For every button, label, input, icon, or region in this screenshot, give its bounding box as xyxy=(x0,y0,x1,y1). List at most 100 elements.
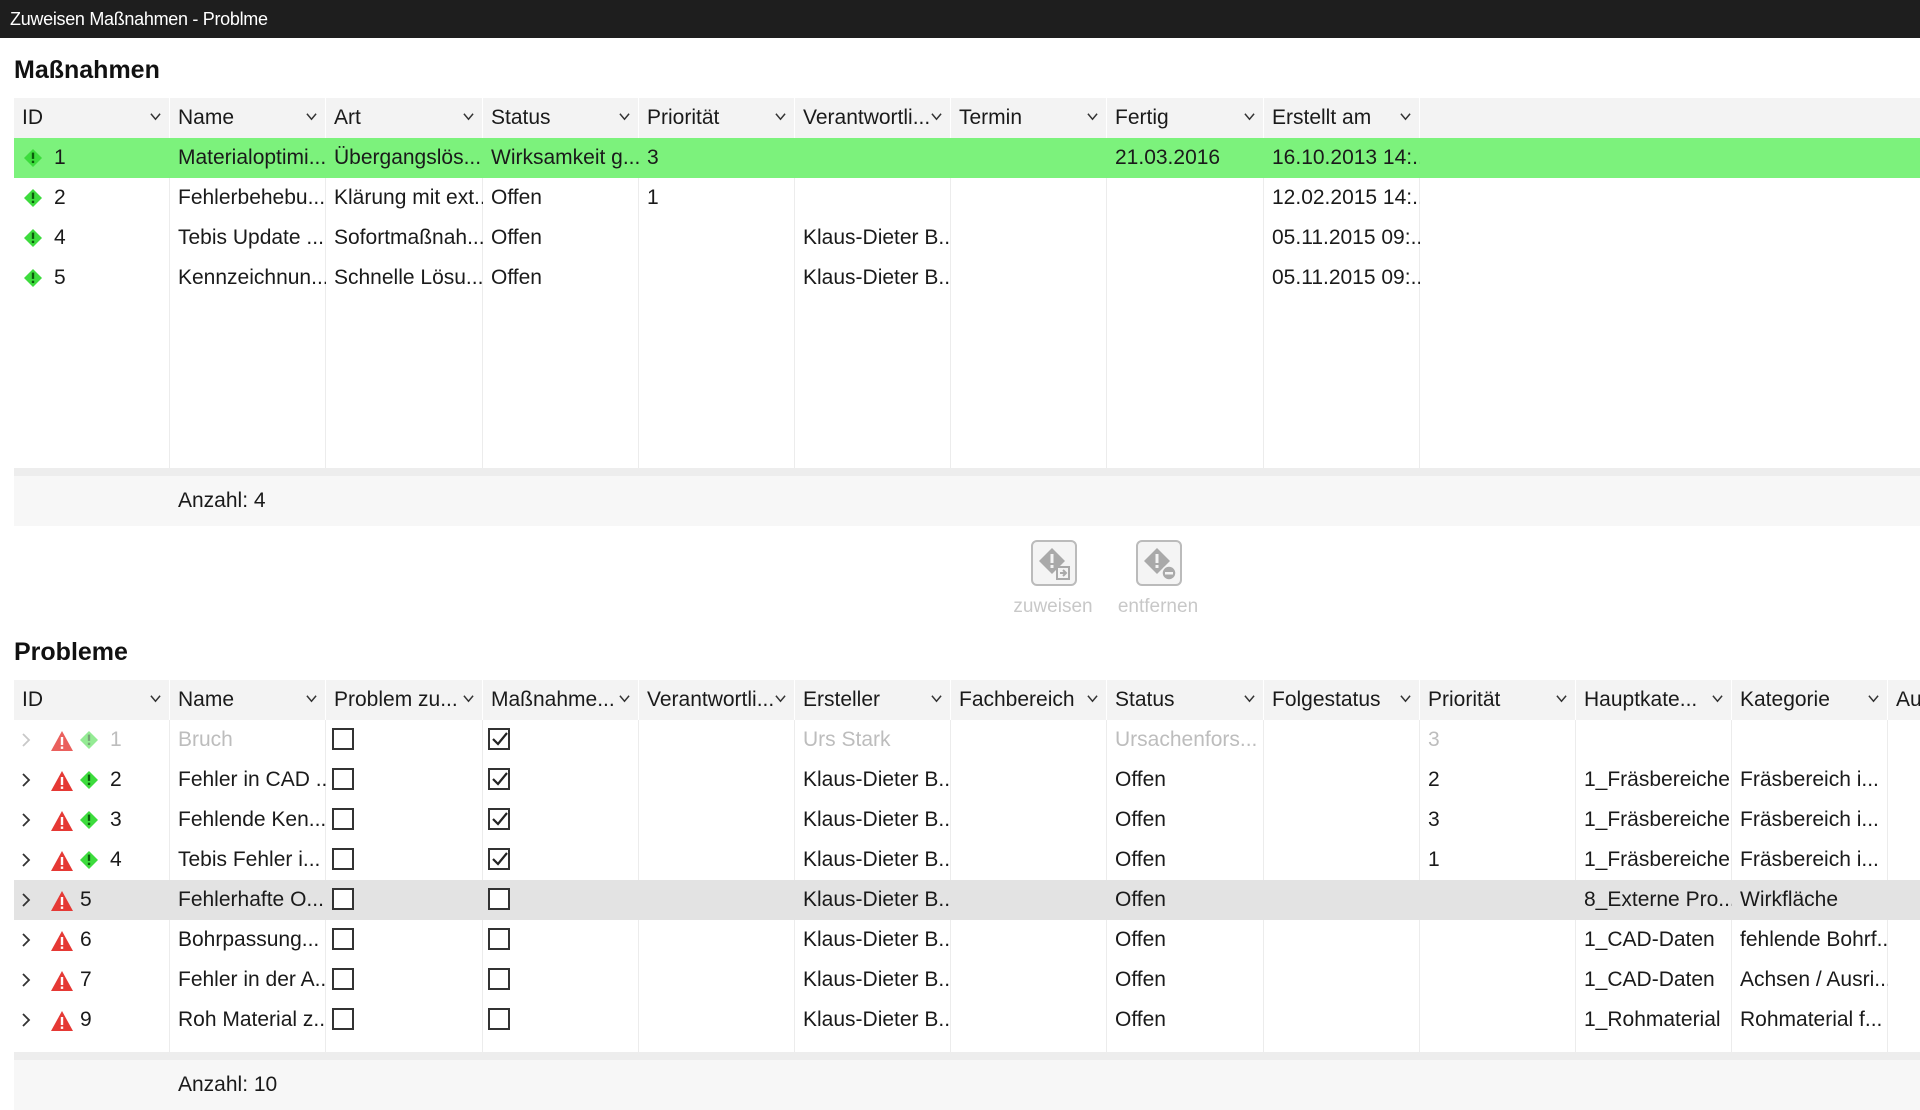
expand-row-icon[interactable] xyxy=(20,973,32,987)
problem-assigned-checkbox[interactable] xyxy=(332,848,354,870)
cell-department xyxy=(951,840,1107,880)
measure-checkbox[interactable] xyxy=(488,848,510,870)
cell-follow-status xyxy=(1264,720,1420,760)
chevron-down-icon[interactable] xyxy=(1400,111,1411,122)
measure-checkbox[interactable] xyxy=(488,928,510,950)
problem-assigned-checkbox[interactable] xyxy=(332,808,354,830)
chevron-down-icon[interactable] xyxy=(1087,693,1098,704)
column-header-problem-assigned[interactable]: Problem zu... xyxy=(326,680,483,720)
expand-row-icon[interactable] xyxy=(20,933,32,947)
cell-creator: Klaus-Dieter B... xyxy=(803,848,951,871)
column-header-priority[interactable]: Priorität xyxy=(639,98,795,138)
chevron-down-icon[interactable] xyxy=(1712,693,1723,704)
chevron-down-icon[interactable] xyxy=(1556,693,1567,704)
cell-name: Bruch xyxy=(178,728,233,751)
problem-assigned-checkbox[interactable] xyxy=(332,768,354,790)
cell-status: Offen xyxy=(491,266,542,289)
expand-row-icon[interactable] xyxy=(20,1013,32,1027)
problem-assigned-checkbox[interactable] xyxy=(332,968,354,990)
column-header-responsible[interactable]: Verantwortli... xyxy=(639,680,795,720)
column-header-au[interactable]: Au xyxy=(1888,680,1920,720)
column-header-status[interactable]: Status xyxy=(483,98,639,138)
checkmark-icon xyxy=(492,852,508,866)
cell-status: Offen xyxy=(1115,928,1166,951)
measure-checkbox[interactable] xyxy=(488,768,510,790)
column-header-art[interactable]: Art xyxy=(326,98,483,138)
measure-checkbox[interactable] xyxy=(488,888,510,910)
problem-row[interactable]: 3 Fehlende Ken... Klaus-Dieter B... Offen 3 1… xyxy=(14,800,1920,840)
column-header-created[interactable]: Erstellt am xyxy=(1264,98,1420,138)
column-header-department[interactable]: Fachbereich xyxy=(951,680,1107,720)
column-header-deadline[interactable]: Termin xyxy=(951,98,1107,138)
expand-row-icon[interactable] xyxy=(20,733,32,747)
problem-row[interactable]: 4 Tebis Fehler i... Klaus-Dieter B... Offen… xyxy=(14,840,1920,880)
column-header-main-category[interactable]: Hauptkate... xyxy=(1576,680,1732,720)
chevron-down-icon[interactable] xyxy=(931,111,942,122)
cell-id: 5 xyxy=(54,266,66,289)
problem-row[interactable]: 7 Fehler in der A... Klaus-Dieter B... Offe… xyxy=(14,960,1920,1000)
column-header-status[interactable]: Status xyxy=(1107,680,1264,720)
chevron-down-icon[interactable] xyxy=(463,693,474,704)
chevron-down-icon[interactable] xyxy=(1087,111,1098,122)
chevron-down-icon[interactable] xyxy=(1244,693,1255,704)
remove-button[interactable]: entfernen xyxy=(1113,540,1203,630)
measure-checkbox[interactable] xyxy=(488,968,510,990)
chevron-down-icon[interactable] xyxy=(1400,693,1411,704)
problem-row[interactable]: 5 Fehlerhafte O... Klaus-Dieter B... Offen 8… xyxy=(14,880,1920,920)
cell-id: 4 xyxy=(110,848,122,871)
column-header-id[interactable]: ID xyxy=(14,680,170,720)
chevron-down-icon[interactable] xyxy=(150,693,161,704)
assign-button[interactable]: zuweisen xyxy=(1008,540,1098,630)
problem-assigned-checkbox[interactable] xyxy=(332,728,354,750)
column-header-done[interactable]: Fertig xyxy=(1107,98,1264,138)
expand-row-icon[interactable] xyxy=(20,813,32,827)
massnahme-row[interactable]: 5 Kennzeichnun... Schnelle Lösu... Offen Kla… xyxy=(14,258,1920,298)
massnahme-row[interactable]: 1 Materialoptimi... Übergangslös... Wirksam… xyxy=(14,138,1920,178)
cell-department xyxy=(951,920,1107,960)
massnahme-row[interactable]: 2 Fehlerbehebu... Klärung mit ext... Offen 1… xyxy=(14,178,1920,218)
column-header-name[interactable]: Name xyxy=(170,680,326,720)
column-header-id[interactable]: ID xyxy=(14,98,170,138)
problem-row[interactable]: 9 Roh Material z... Klaus-Dieter B... Offen… xyxy=(14,1000,1920,1040)
chevron-down-icon[interactable] xyxy=(150,111,161,122)
cell-status: Ursachenfors... xyxy=(1115,728,1258,751)
chevron-down-icon[interactable] xyxy=(619,111,630,122)
chevron-down-icon[interactable] xyxy=(775,693,786,704)
problem-assigned-checkbox[interactable] xyxy=(332,888,354,910)
chevron-down-icon[interactable] xyxy=(306,111,317,122)
problem-row[interactable]: 2 Fehler in CAD ... Klaus-Dieter B... Offen… xyxy=(14,760,1920,800)
chevron-down-icon[interactable] xyxy=(931,693,942,704)
massnahme-row[interactable]: 4 Tebis Update ... Sofortmaßnah... Offen Kla… xyxy=(14,218,1920,258)
column-header-responsible[interactable]: Verantwortli... xyxy=(795,98,951,138)
expand-row-icon[interactable] xyxy=(20,853,32,867)
checkmark-icon xyxy=(492,732,508,746)
probleme-grid[interactable]: ID Name Problem zu... Maßnahme... Verantwort… xyxy=(14,680,1920,1055)
expand-row-icon[interactable] xyxy=(20,773,32,787)
measure-checkbox[interactable] xyxy=(488,808,510,830)
chevron-down-icon[interactable] xyxy=(306,693,317,704)
column-header-follow-status[interactable]: Folgestatus xyxy=(1264,680,1420,720)
chevron-down-icon[interactable] xyxy=(1244,111,1255,122)
column-header-category[interactable]: Kategorie xyxy=(1732,680,1888,720)
chevron-down-icon[interactable] xyxy=(1868,693,1879,704)
column-header-priority[interactable]: Priorität xyxy=(1420,680,1576,720)
column-header-label: ID xyxy=(22,688,43,711)
massnahmen-grid[interactable]: ID Name Art Status Priorität Verantwortli... T… xyxy=(14,98,1920,518)
problem-assigned-checkbox[interactable] xyxy=(332,1008,354,1030)
cell-department xyxy=(951,760,1107,800)
cell-category xyxy=(1732,720,1888,760)
measure-checkbox[interactable] xyxy=(488,1008,510,1030)
problem-row[interactable]: 6 Bohrpassung... Klaus-Dieter B... Offen 1_C… xyxy=(14,920,1920,960)
measure-checkbox[interactable] xyxy=(488,728,510,750)
column-header-creator[interactable]: Ersteller xyxy=(795,680,951,720)
problem-assigned-checkbox[interactable] xyxy=(332,928,354,950)
expand-row-icon[interactable] xyxy=(20,893,32,907)
chevron-down-icon[interactable] xyxy=(463,111,474,122)
column-header-label: Art xyxy=(334,106,361,129)
column-header-name[interactable]: Name xyxy=(170,98,326,138)
column-header-label: Ersteller xyxy=(803,688,881,711)
problem-row[interactable]: 1 Bruch Urs Stark Ursachenfors... 3 xyxy=(14,720,1920,760)
chevron-down-icon[interactable] xyxy=(775,111,786,122)
column-header-measure[interactable]: Maßnahme... xyxy=(483,680,639,720)
chevron-down-icon[interactable] xyxy=(619,693,630,704)
